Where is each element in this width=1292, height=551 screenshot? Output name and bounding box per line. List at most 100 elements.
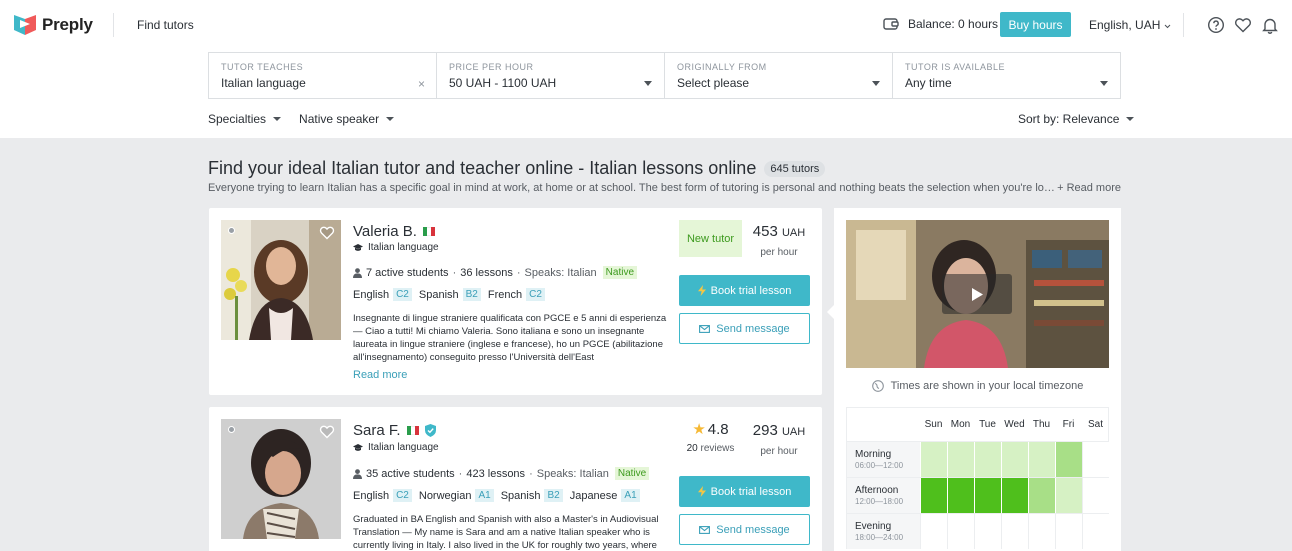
italy-flag-icon xyxy=(422,227,435,236)
heart-icon[interactable] xyxy=(1234,16,1252,34)
play-button[interactable] xyxy=(942,274,1012,314)
tutor-card[interactable]: Valeria B. Italian language 7 active stu… xyxy=(209,208,822,395)
bell-icon[interactable] xyxy=(1261,16,1279,34)
lesson-count: 423 lessons xyxy=(466,467,526,480)
italy-flag-icon xyxy=(406,426,419,435)
buy-hours-button[interactable]: Buy hours xyxy=(1000,12,1071,37)
availability-cell xyxy=(1028,514,1055,549)
tutor-stats: 7 active students · 36 lessons · Speaks:… xyxy=(353,266,638,279)
schedule-row-afternoon: Afternoon 12:00—18:00 xyxy=(846,477,1109,513)
favorite-heart-icon[interactable] xyxy=(319,225,335,241)
language-level: C2 xyxy=(393,288,412,301)
tutor-subject: Italian language xyxy=(353,442,439,453)
language-name: English xyxy=(353,288,390,301)
subject-text: Italian language xyxy=(368,242,439,253)
filter-tutor-teaches[interactable]: TUTOR TEACHES Italian language × xyxy=(209,53,437,98)
book-trial-lesson-button[interactable]: Book trial lesson xyxy=(679,476,810,507)
day-label: Sun xyxy=(924,419,943,430)
stats-separator: · xyxy=(458,467,463,480)
graduation-cap-icon xyxy=(353,443,363,451)
availability-cell xyxy=(1082,478,1109,513)
person-icon xyxy=(353,468,362,479)
filter-bar: TUTOR TEACHES Italian language × PRICE P… xyxy=(208,52,1121,99)
tutor-name[interactable]: Sara F. xyxy=(353,422,436,439)
timezone-text: Times are shown in your local timezone xyxy=(890,380,1084,392)
availability-cell xyxy=(947,514,974,549)
price-currency: UAH xyxy=(781,426,806,438)
availability-cell xyxy=(1001,442,1028,477)
page-title-text: Find your ideal Italian tutor and teache… xyxy=(208,158,757,178)
tutor-preview-panel: Times are shown in your local timezone S… xyxy=(827,208,1121,551)
tutor-name-text: Sara F. xyxy=(353,422,401,439)
filter-price-per-hour[interactable]: PRICE PER HOUR 50 UAH - 1100 UAH xyxy=(437,53,665,98)
specialties-label: Specialties xyxy=(208,112,267,126)
native-badge: Native xyxy=(602,266,638,279)
preply-logo[interactable]: Preply xyxy=(14,15,93,35)
language-level: C2 xyxy=(393,489,412,502)
availability-cell xyxy=(1028,478,1055,513)
specialties-dropdown[interactable]: Specialties xyxy=(208,112,282,126)
filter-value: Select please xyxy=(677,76,750,90)
language-currency-label: English, UAH xyxy=(1089,18,1161,32)
favorite-heart-icon[interactable] xyxy=(319,424,335,440)
language-level: A1 xyxy=(621,489,640,502)
tutor-count-badge: 645 tutors xyxy=(764,160,826,177)
book-trial-lesson-label: Book trial lesson xyxy=(710,485,792,498)
day-label: Wed xyxy=(1004,419,1025,430)
send-message-button[interactable]: Send message xyxy=(679,313,810,344)
read-more-link[interactable]: Read more xyxy=(353,369,407,381)
send-message-label: Send message xyxy=(716,322,790,335)
availability-cell xyxy=(1055,478,1082,513)
native-speaker-dropdown[interactable]: Native speaker xyxy=(299,112,395,126)
availability-cell xyxy=(1001,514,1028,549)
sort-by-dropdown[interactable]: Sort by: Relevance xyxy=(1018,112,1135,126)
price-unit: per hour xyxy=(760,247,798,258)
tutor-card[interactable]: Sara F. Italian language 35 active stude… xyxy=(209,407,822,551)
lightning-icon xyxy=(697,486,706,497)
caret-down-icon xyxy=(644,81,652,86)
tutor-name-text: Valeria B. xyxy=(353,223,417,240)
language-currency-selector[interactable]: English, UAH xyxy=(1089,18,1171,32)
tutor-price: 453 UAH per hour xyxy=(744,223,814,258)
rating-score: ★ 4.8 xyxy=(679,420,742,439)
page-title: Find your ideal Italian tutor and teache… xyxy=(208,158,826,179)
day-label: Sat xyxy=(1087,419,1103,430)
person-icon xyxy=(353,267,362,278)
intro-video[interactable] xyxy=(846,220,1109,368)
language-name: English xyxy=(353,489,390,502)
help-icon[interactable] xyxy=(1207,16,1225,34)
language-name: Spanish xyxy=(500,489,541,502)
filter-value: 50 UAH - 1100 UAH xyxy=(449,76,557,90)
search-filters-panel: TUTOR TEACHES Italian language × PRICE P… xyxy=(0,50,1292,138)
speaks-language: Speaks: Italian xyxy=(536,467,609,480)
filter-originally-from[interactable]: ORIGINALLY FROM Select please xyxy=(665,53,893,98)
filter-value: Any time xyxy=(905,76,952,90)
panel-pointer xyxy=(827,304,835,320)
tutor-name[interactable]: Valeria B. xyxy=(353,223,435,240)
send-message-button[interactable]: Send message xyxy=(679,514,810,545)
brand-name: Preply xyxy=(42,15,93,34)
balance-indicator[interactable]: Balance: 0 hours xyxy=(883,17,998,31)
envelope-icon xyxy=(699,525,711,534)
native-badge: Native xyxy=(614,467,650,480)
filter-label: TUTOR TEACHES xyxy=(221,62,304,72)
intro-read-more-link[interactable]: + Read more xyxy=(1057,182,1121,194)
header-divider xyxy=(113,13,114,37)
availability-cell xyxy=(1082,514,1109,549)
lightning-icon xyxy=(697,285,706,296)
availability-cell xyxy=(947,478,974,513)
caret-down-icon xyxy=(1126,117,1135,121)
filter-tutor-availability[interactable]: TUTOR IS AVAILABLE Any time xyxy=(893,53,1120,98)
availability-cell xyxy=(920,514,947,549)
clear-icon[interactable]: × xyxy=(418,77,425,91)
timezone-note: Times are shown in your local timezone xyxy=(834,380,1121,392)
globe-icon xyxy=(871,380,884,392)
price-unit: per hour xyxy=(760,446,798,457)
book-trial-lesson-button[interactable]: Book trial lesson xyxy=(679,275,810,306)
slot-hours: 18:00—24:00 xyxy=(855,533,904,542)
tutor-photo[interactable] xyxy=(221,220,341,340)
caret-down-icon xyxy=(1100,81,1108,86)
language-level: B2 xyxy=(544,489,563,502)
find-tutors-link[interactable]: Find tutors xyxy=(137,18,194,32)
tutor-photo[interactable] xyxy=(221,419,341,539)
